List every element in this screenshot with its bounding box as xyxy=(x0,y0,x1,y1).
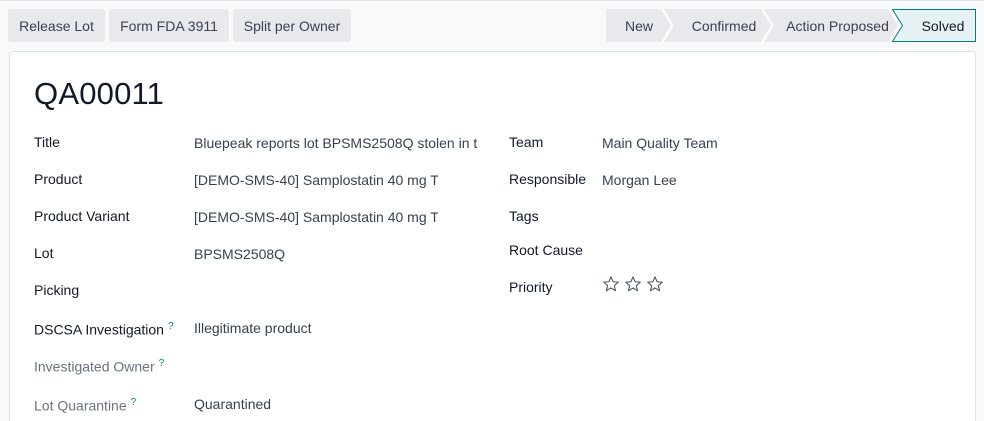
star-outline-icon[interactable] xyxy=(646,275,664,293)
form-fda-3911-button[interactable]: Form FDA 3911 xyxy=(109,9,229,42)
lot-quarantine-label-text: Lot Quarantine xyxy=(34,397,127,414)
lot-quarantine-label: Lot Quarantine? xyxy=(34,394,136,415)
team-field[interactable]: Main Quality Team xyxy=(602,134,862,152)
responsible-label: Responsible xyxy=(509,171,587,187)
team-label: Team xyxy=(509,134,544,150)
stage-solved[interactable]: Solved xyxy=(892,9,976,42)
responsible-field[interactable]: Morgan Lee xyxy=(602,171,862,189)
dscsa-investigation-label: DSCSA Investigation? xyxy=(34,318,174,339)
priority-stars xyxy=(602,275,664,293)
stage-confirmed-label: Confirmed xyxy=(691,17,757,34)
picking-label: Picking xyxy=(34,282,80,298)
title-field[interactable]: Bluepeak reports lot BPSMS2508Q stolen i… xyxy=(194,134,478,152)
stage-solved-label: Solved xyxy=(921,17,965,34)
product-label: Product xyxy=(34,171,83,187)
status-bar: New Confirmed Action Proposed Solved xyxy=(606,9,976,42)
product-variant-label: Product Variant xyxy=(34,208,130,224)
investigated-owner-label-text: Investigated Owner xyxy=(34,358,155,375)
investigated-owner-help-icon[interactable]: ? xyxy=(159,358,165,369)
split-per-owner-button[interactable]: Split per Owner xyxy=(233,9,351,42)
dscsa-investigation-field[interactable]: Illegitimate product xyxy=(194,319,394,337)
stage-action-proposed-label: Action Proposed xyxy=(786,17,889,34)
priority-label: Priority xyxy=(509,279,553,295)
lot-field[interactable]: BPSMS2508Q xyxy=(194,245,394,263)
product-variant-field[interactable]: [DEMO-SMS-40] Samplostatin 40 mg T xyxy=(194,208,438,226)
lot-quarantine-help-icon[interactable]: ? xyxy=(131,397,137,408)
title-label: Title xyxy=(34,134,60,150)
star-outline-icon[interactable] xyxy=(624,275,642,293)
product-field[interactable]: [DEMO-SMS-40] Samplostatin 40 mg T xyxy=(194,171,438,189)
star-outline-icon[interactable] xyxy=(602,275,620,293)
dscsa-help-icon[interactable]: ? xyxy=(168,321,174,332)
investigated-owner-label: Investigated Owner? xyxy=(34,355,164,376)
root-cause-label: Root Cause xyxy=(509,242,583,258)
stage-confirmed[interactable]: Confirmed xyxy=(664,9,772,42)
tags-label: Tags xyxy=(509,208,539,224)
lot-quarantine-field[interactable]: Quarantined xyxy=(194,395,394,413)
stage-new-label: New xyxy=(624,17,653,34)
control-panel: Release Lot Form FDA 3911 Split per Owne… xyxy=(0,0,984,50)
record-name: QA00011 xyxy=(34,76,165,111)
dscsa-investigation-label-text: DSCSA Investigation xyxy=(34,321,164,338)
lot-label: Lot xyxy=(34,245,54,261)
form-sheet: QA00011 Title Bluepeak reports lot BPSMS… xyxy=(9,51,976,421)
stage-new[interactable]: New xyxy=(606,9,672,42)
stage-action-proposed[interactable]: Action Proposed xyxy=(764,9,899,42)
release-lot-button[interactable]: Release Lot xyxy=(8,9,105,42)
